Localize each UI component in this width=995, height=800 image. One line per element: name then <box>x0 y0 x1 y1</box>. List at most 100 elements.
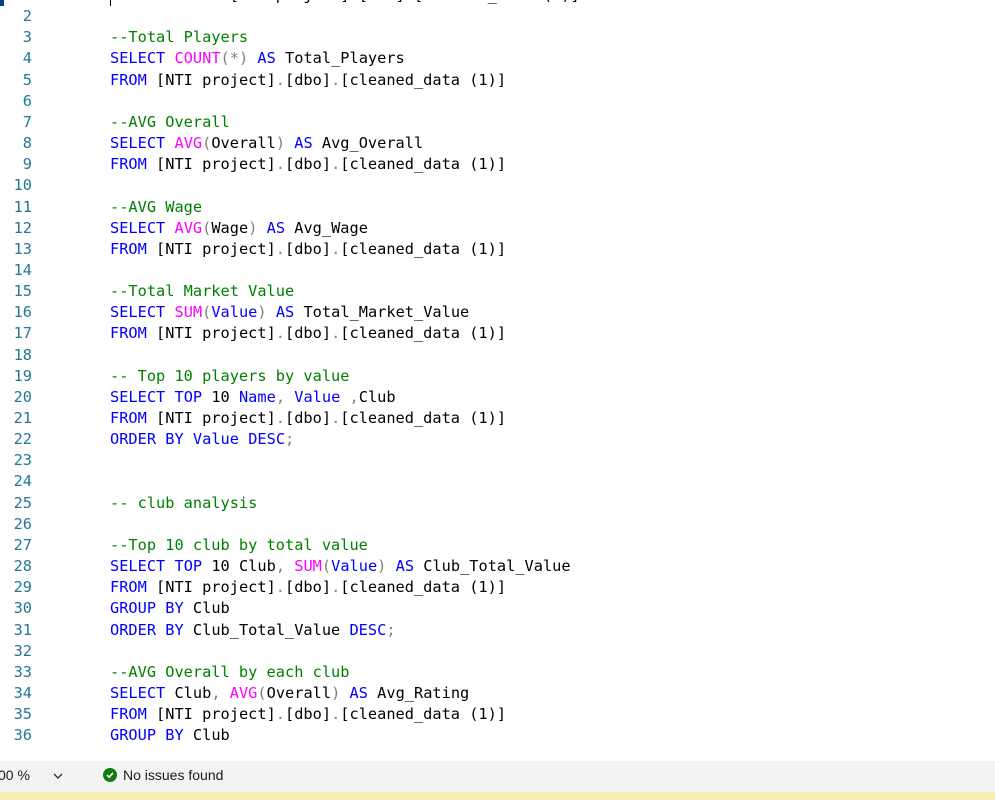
code-token: AVG <box>174 134 203 153</box>
line-code: FROM [NTI project].[dbo].[cleaned_data (… <box>110 154 506 175</box>
zoom-value: 00 % <box>0 767 30 783</box>
info-bar <box>0 792 995 800</box>
code-line[interactable]: 5 FROM [NTI project].[dbo].[cleaned_data … <box>0 70 995 91</box>
code-token: Overall <box>266 683 332 702</box>
code-line[interactable]: 25 -- club analysis <box>0 493 995 514</box>
code-token: SUM <box>174 303 203 322</box>
code-token: FROM <box>110 705 147 724</box>
code-line[interactable]: 29 FROM [NTI project].[dbo].[cleaned_data… <box>0 577 995 598</box>
code-line[interactable]: 33 --AVG Overall by each club <box>0 662 995 683</box>
line-number: 2 <box>22 7 32 26</box>
code-token: Overall <box>211 134 276 153</box>
code-token: ( <box>202 303 212 322</box>
code-token: ) <box>257 303 267 322</box>
line-number: 32 <box>13 641 32 660</box>
code-token: [NTI project] <box>146 578 276 597</box>
code-token: . <box>349 0 358 4</box>
line-code: FROM [NTI project].[dbo].[cleaned_data (… <box>110 239 506 260</box>
code-line[interactable]: 34 SELECT Club, AVG(Overall) AS Avg_Ratin… <box>0 683 995 704</box>
code-line[interactable]: 9 FROM [NTI project].[dbo].[cleaned_data … <box>0 154 995 175</box>
code-token: Avg_Rating <box>367 683 470 702</box>
code-token: Club <box>183 599 230 618</box>
code-token: Club_Total_Value <box>183 620 350 639</box>
line-number: 29 <box>13 578 32 597</box>
code-line[interactable]: 7 --AVG Overall <box>0 112 995 133</box>
code-line[interactable]: 2 <box>0 6 995 27</box>
query-editor[interactable]: 1SELECT *FROM [NTI project].[dbo].[clean… <box>0 0 995 761</box>
code-token: SELECT <box>110 683 166 702</box>
code-line[interactable]: 6 <box>0 91 995 112</box>
code-line[interactable]: 18 <box>0 345 995 366</box>
code-token: . <box>331 409 341 427</box>
code-line[interactable]: 16 SELECT SUM(Value) AS Total_Market_Valu… <box>0 302 995 323</box>
code-line[interactable]: 21 FROM [NTI project].[dbo].[cleaned_data… <box>0 408 995 429</box>
status-bar: 00 % No issues found <box>0 761 995 792</box>
code-line[interactable]: 3 --Total Players <box>0 27 995 48</box>
code-line[interactable]: 32 <box>0 641 995 662</box>
code-line[interactable]: 13 FROM [NTI project].[dbo].[cleaned_data… <box>0 239 995 260</box>
zoom-dropdown[interactable]: 00 % <box>0 761 73 792</box>
line-number: 24 <box>13 472 32 491</box>
line-code: SELECT AVG(Overall) AS Avg_Overall <box>110 133 423 154</box>
code-token: SELECT <box>110 303 166 322</box>
code-line[interactable]: 4 SELECT COUNT(*) AS Total_Players <box>0 48 995 69</box>
code-token: ( <box>202 134 212 153</box>
line-number: 34 <box>13 683 32 702</box>
code-line[interactable]: 30 GROUP BY Club <box>0 598 995 619</box>
code-token: . <box>275 705 285 724</box>
line-number: 14 <box>13 260 32 279</box>
code-line[interactable]: 24 <box>0 471 995 492</box>
code-line[interactable]: 28 SELECT TOP 10 Club, SUM(Value) AS Club… <box>0 556 995 577</box>
issues-indicator[interactable]: No issues found <box>103 767 223 783</box>
line-code: --AVG Wage <box>110 197 202 218</box>
code-line[interactable]: 11 --AVG Wage <box>0 197 995 218</box>
code-token: ) <box>377 557 387 576</box>
code-line[interactable]: 26 <box>0 514 995 535</box>
line-number: 6 <box>22 91 32 110</box>
line-number: 7 <box>22 112 32 131</box>
code-token: [NTI project] <box>146 705 276 724</box>
line-code: FROM [NTI project].[dbo].[cleaned_data (… <box>110 70 506 91</box>
code-line[interactable]: 12 SELECT AVG(Wage) AS Avg_Wage <box>0 218 995 239</box>
code-token: SELECT <box>110 0 165 4</box>
code-token: COUNT <box>174 49 221 68</box>
code-token: ) <box>331 683 341 702</box>
code-token: Avg_Overall <box>312 134 424 153</box>
code-line[interactable]: 23 <box>0 450 995 471</box>
code-token: ORDER BY <box>110 620 184 639</box>
line-code: ORDER BY Value DESC; <box>110 429 294 450</box>
code-line[interactable]: 10 <box>0 175 995 196</box>
code-token: * <box>174 0 183 4</box>
code-token: . <box>331 239 341 258</box>
code-token: ORDER BY <box>110 430 184 449</box>
code-line[interactable]: 31 ORDER BY Club_Total_Value DESC; <box>0 620 995 641</box>
code-token: Value <box>192 430 239 449</box>
code-token: [cleaned_data (1)] <box>340 409 507 427</box>
code-token: . <box>275 155 285 174</box>
code-token: ; <box>386 620 396 639</box>
code-token: --Total Players <box>110 28 249 47</box>
code-line[interactable]: 22 ORDER BY Value DESC; <box>0 429 995 450</box>
code-token: [cleaned_data (1)] <box>340 155 507 174</box>
code-line[interactable]: 19 -- Top 10 players by value <box>0 366 995 387</box>
code-line[interactable]: 8 SELECT AVG(Overall) AS Avg_Overall <box>0 133 995 154</box>
code-line[interactable]: 27 --Top 10 club by total value <box>0 535 995 556</box>
line-number: 25 <box>13 493 32 512</box>
code-line[interactable]: 15 --Total Market Value <box>0 281 995 302</box>
issues-text: No issues found <box>123 767 224 783</box>
code-token: [NTI project] <box>146 409 276 427</box>
code-line[interactable]: 17 FROM [NTI project].[dbo].[cleaned_data… <box>0 323 995 344</box>
code-token: . <box>331 324 341 343</box>
line-code: --AVG Overall by each club <box>110 662 349 683</box>
code-token: Name <box>238 387 276 406</box>
code-token: [NTI project] <box>146 70 276 89</box>
code-token: Total_Players <box>275 49 405 68</box>
code-line[interactable]: 36 GROUP BY Club <box>0 725 995 746</box>
code-token: GROUP BY <box>110 599 184 618</box>
code-line[interactable]: 20 SELECT TOP 10 Name, Value ,Club <box>0 387 995 408</box>
code-line[interactable]: 1SELECT *FROM [NTI project].[dbo].[clean… <box>0 0 995 7</box>
code-line[interactable]: 14 <box>0 260 995 281</box>
code-token: ) <box>275 134 286 153</box>
code-line[interactable]: 35 FROM [NTI project].[dbo].[cleaned_data… <box>0 704 995 725</box>
line-code: GROUP BY Club <box>110 598 230 619</box>
